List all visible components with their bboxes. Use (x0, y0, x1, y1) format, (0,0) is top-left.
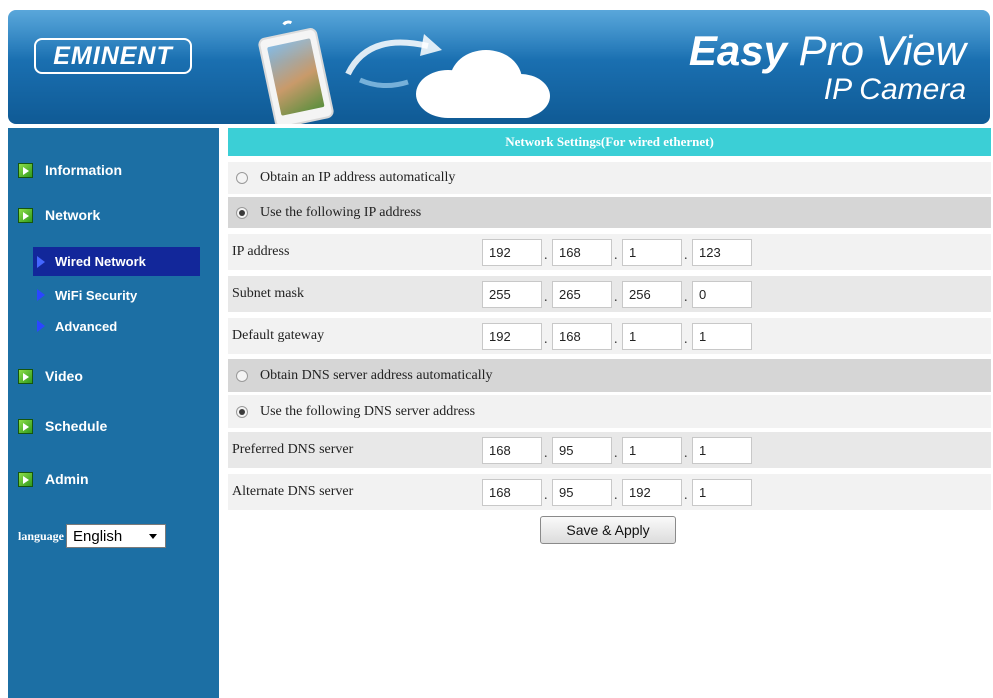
default-gateway-label: Default gateway (232, 328, 325, 343)
preferred-dns-octet-2[interactable]: 95 (552, 436, 612, 464)
octet-separator: . (684, 488, 688, 503)
subnet-mask-octet-1[interactable]: 255 (482, 280, 542, 308)
preferred-dns-row: Preferred DNS server 168 . 95 . 1 . 1 (228, 432, 991, 468)
alternate-dns-label: Alternate DNS server (232, 484, 354, 499)
blue-arrow-icon (37, 289, 45, 301)
sidebar-item-network[interactable]: Network (18, 203, 100, 227)
sidebar-item-label: Network (45, 207, 101, 223)
brand-subtitle: IP Camera (823, 73, 966, 106)
brand-easy-text: Easy (688, 27, 788, 74)
alternate-dns-octet-2[interactable]: 95 (552, 478, 612, 506)
preferred-dns-octet-1[interactable]: 168 (482, 436, 542, 464)
default-gateway-octet-3[interactable]: 1 (622, 322, 682, 350)
ip-manual-row: Use the following IP address (228, 197, 991, 228)
default-gateway-octet-1[interactable]: 192 (482, 322, 542, 350)
ip-manual-label: Use the following IP address (260, 204, 422, 220)
green-arrow-icon (18, 207, 33, 223)
alternate-dns-octet-1[interactable]: 168 (482, 478, 542, 506)
sidebar-subitem-label: WiFi Security (55, 287, 138, 303)
dns-manual-label: Use the following DNS server address (260, 403, 476, 419)
octet-separator: . (544, 332, 548, 347)
subnet-mask-octet-4[interactable]: 0 (692, 280, 752, 308)
sidebar-item-information[interactable]: Information (18, 158, 122, 182)
preferred-dns-octet-4[interactable]: 1 (692, 436, 752, 464)
green-arrow-icon (18, 471, 33, 487)
phone-illustration (257, 19, 335, 124)
sidebar-item-label: Video (45, 368, 83, 384)
sidebar-item-label: Information (45, 162, 122, 178)
dns-manual-radio[interactable] (236, 405, 248, 418)
subnet-mask-row: Subnet mask 255 . 265 . 256 . 0 (228, 276, 991, 312)
language-select[interactable]: English (66, 524, 167, 548)
ip-address-row: IP address 192 . 168 . 1 . 123 (228, 234, 991, 270)
dns-auto-label: Obtain DNS server address automatically (260, 367, 493, 383)
octet-separator: . (614, 488, 618, 503)
sidebar-item-admin[interactable]: Admin (18, 467, 89, 491)
default-gateway-octet-2[interactable]: 168 (552, 322, 612, 350)
octet-separator: . (684, 446, 688, 461)
green-arrow-icon (18, 368, 33, 384)
subnet-mask-label: Subnet mask (232, 286, 304, 301)
cloud-icon (416, 50, 550, 118)
language-value: English (73, 527, 123, 545)
octet-separator: . (684, 248, 688, 263)
sidebar-subitem-label: Advanced (55, 318, 118, 334)
sidebar-item-label: Admin (45, 471, 89, 487)
preferred-dns-label: Preferred DNS server (232, 442, 354, 457)
octet-separator: . (614, 332, 618, 347)
octet-separator: . (614, 290, 618, 305)
blue-arrow-icon (37, 320, 45, 332)
wifi-icon (280, 19, 297, 36)
blue-arrow-icon (37, 255, 45, 268)
ip-address-label: IP address (232, 244, 290, 259)
default-gateway-row: Default gateway 192 . 168 . 1 . 1 (228, 318, 991, 354)
page-title: Network Settings(For wired ethernet) (228, 128, 991, 156)
octet-separator: . (544, 248, 548, 263)
sidebar-item-schedule[interactable]: Schedule (18, 414, 107, 438)
alternate-dns-row: Alternate DNS server 168 . 95 . 192 . 1 (228, 474, 991, 510)
sidebar-subitem-wifi-security[interactable]: WiFi Security (33, 283, 145, 307)
sidebar-item-label: Schedule (45, 418, 108, 434)
header-banner: EMINENT Easy Pro View IP Camera (8, 10, 990, 124)
language-label: language (18, 528, 65, 543)
ip-auto-radio[interactable] (236, 172, 248, 184)
brand-logo: EMINENT (34, 38, 192, 74)
dns-auto-row: Obtain DNS server address automatically (228, 359, 991, 392)
sidebar-subitem-label: Wired Network (55, 254, 146, 269)
sidebar-subitem-advanced[interactable]: Advanced (33, 314, 125, 338)
language-row: language English (18, 524, 167, 548)
ip-auto-row: Obtain an IP address automatically (228, 162, 991, 194)
ip-address-octet-4[interactable]: 123 (692, 238, 752, 266)
octet-separator: . (614, 248, 618, 263)
green-arrow-icon (18, 162, 33, 178)
dns-auto-radio[interactable] (236, 369, 248, 382)
ip-manual-radio[interactable] (236, 206, 248, 219)
octet-separator: . (684, 290, 688, 305)
chevron-down-icon (149, 533, 158, 539)
brand-proview-text: Pro View (787, 27, 966, 74)
octet-separator: . (684, 332, 688, 347)
ip-address-octet-1[interactable]: 192 (482, 238, 542, 266)
sidebar-subitem-wired-network[interactable]: Wired Network (33, 247, 200, 276)
octet-separator: . (544, 290, 548, 305)
alternate-dns-octet-3[interactable]: 192 (622, 478, 682, 506)
ip-auto-label: Obtain an IP address automatically (260, 170, 456, 185)
octet-separator: . (544, 488, 548, 503)
default-gateway-octet-4[interactable]: 1 (692, 322, 752, 350)
subnet-mask-octet-2[interactable]: 265 (552, 280, 612, 308)
family-photo-image (266, 38, 325, 116)
alternate-dns-octet-4[interactable]: 1 (692, 478, 752, 506)
green-arrow-icon (18, 418, 33, 434)
subnet-mask-octet-3[interactable]: 256 (622, 280, 682, 308)
ip-address-octet-3[interactable]: 1 (622, 238, 682, 266)
sidebar: Information Network Wired Network WiFi S… (8, 128, 219, 698)
product-brand: Easy Pro View IP Camera (689, 28, 966, 106)
sidebar-item-video[interactable]: Video (18, 364, 83, 388)
octet-separator: . (544, 446, 548, 461)
octet-separator: . (614, 446, 618, 461)
dns-manual-row: Use the following DNS server address (228, 395, 991, 428)
preferred-dns-octet-3[interactable]: 1 (622, 436, 682, 464)
ip-address-octet-2[interactable]: 168 (552, 238, 612, 266)
save-apply-button[interactable]: Save & Apply (540, 516, 676, 544)
